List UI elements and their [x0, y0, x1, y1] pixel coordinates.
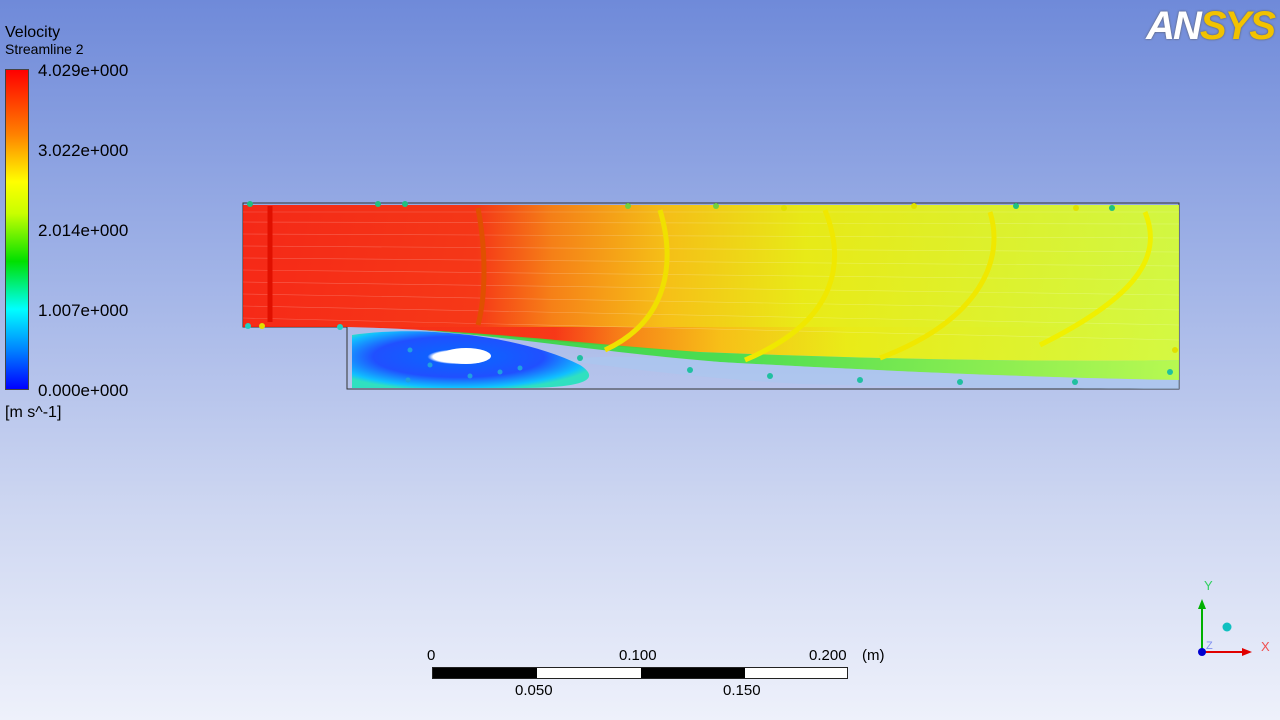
scale-bar [432, 667, 848, 679]
scale-label-0050: 0.050 [515, 682, 553, 699]
axis-z-label: Z [1206, 640, 1213, 652]
scale-label-0150: 0.150 [723, 682, 761, 699]
scale-seg-2 [537, 668, 641, 678]
axis-y-label: Y [1204, 578, 1213, 593]
scale-label-0200: 0.200 [809, 647, 847, 664]
axis-triad[interactable]: Y X Z [1180, 575, 1275, 670]
scale-seg-3 [641, 668, 745, 678]
scale-label-0: 0 [427, 647, 436, 664]
scale-seg-4 [745, 668, 847, 678]
scale-seg-1 [433, 668, 537, 678]
scale-unit: (m) [862, 647, 885, 664]
streamline-viewport[interactable] [0, 0, 1280, 720]
axis-x-label: X [1261, 639, 1270, 654]
scale-label-0100: 0.100 [619, 647, 657, 664]
